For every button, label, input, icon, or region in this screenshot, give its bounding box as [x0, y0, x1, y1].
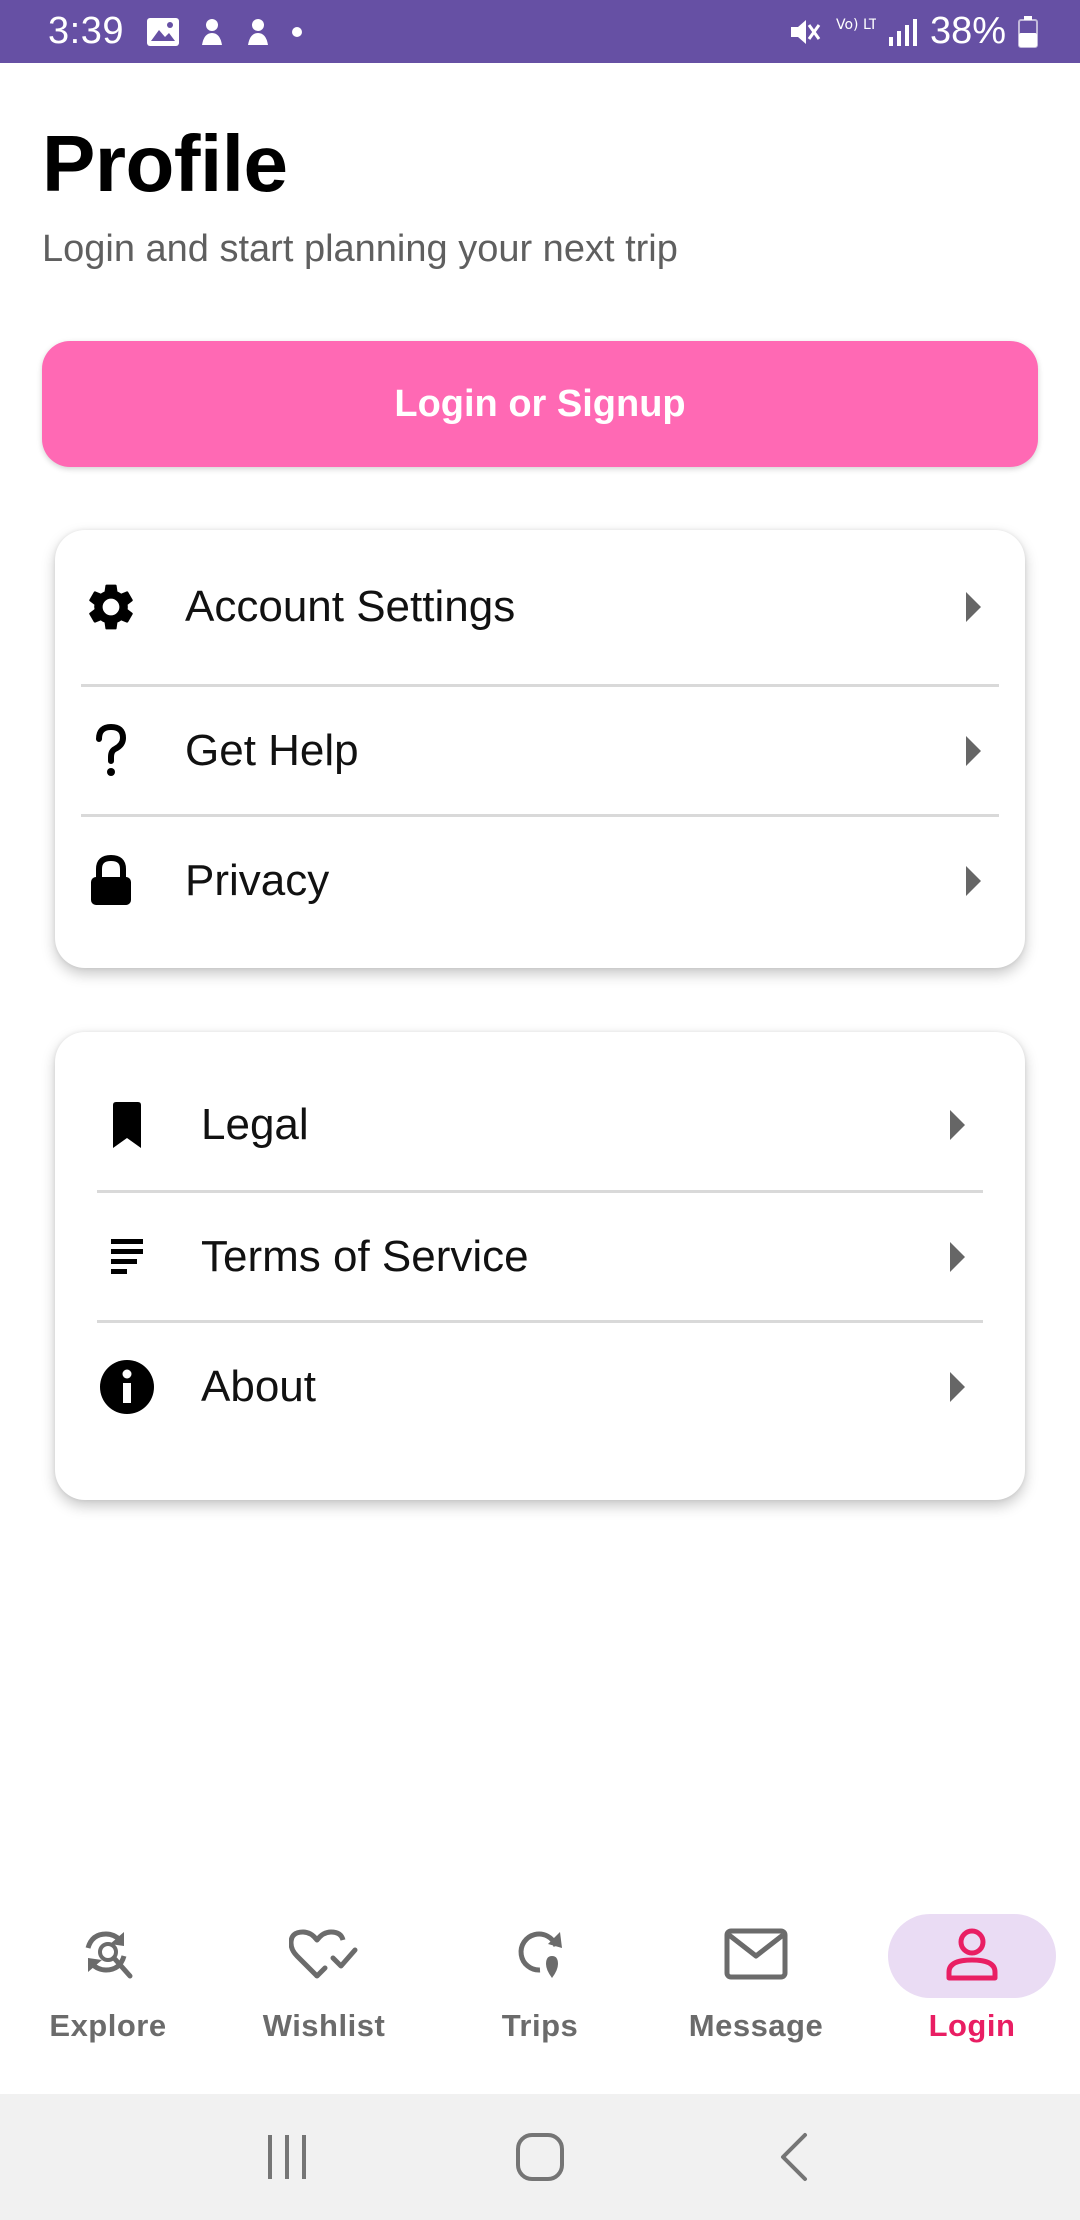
back-button[interactable] [753, 2117, 833, 2197]
nav-explore[interactable]: Explore [0, 1890, 216, 2094]
svg-text:Vo) LTE1: Vo) LTE1 [836, 17, 876, 33]
nav-wishlist-label: Wishlist [262, 2008, 386, 2043]
nav-trips[interactable]: Trips [432, 1890, 648, 2094]
about-label: About [201, 1361, 316, 1411]
legal-label: Legal [201, 1100, 309, 1149]
nav-message-label: Message [688, 2008, 824, 2043]
get-help-row[interactable]: Get Help [81, 684, 999, 814]
dot-icon [290, 25, 304, 39]
terms-of-service-label: Terms of Service [201, 1231, 529, 1281]
status-notification-icons [146, 17, 304, 47]
status-bar: 3:39 Vo) LTE1 38% [0, 0, 1080, 63]
account-settings-label: Account Settings [185, 582, 516, 631]
chevron-right-icon [950, 1371, 965, 1402]
notes-icon [97, 1227, 157, 1287]
terms-of-service-row[interactable]: Terms of Service [97, 1190, 983, 1320]
about-row[interactable]: About [97, 1320, 983, 1450]
nav-message[interactable]: Message [648, 1890, 864, 2094]
notification-icon [198, 17, 226, 47]
chevron-right-icon [950, 1110, 965, 1140]
battery-percent: 38% [929, 10, 1006, 52]
status-time: 3:39 [48, 10, 124, 52]
signal-icon [888, 17, 918, 47]
page-title: Profile [42, 119, 288, 208]
nav-explore-label: Explore [49, 2008, 167, 2043]
info-icon [97, 1357, 157, 1417]
nav-trips-label: Trips [501, 2008, 579, 2043]
lock-icon [81, 851, 141, 911]
recents-button[interactable] [247, 2117, 327, 2197]
question-icon [81, 721, 141, 781]
gear-icon [81, 577, 141, 637]
mail-icon [724, 1928, 788, 1985]
info-card: Legal Terms of Service About [55, 1032, 1025, 1500]
legal-row[interactable]: Legal [97, 1060, 983, 1190]
login-signup-button[interactable]: Login or Signup [42, 341, 1038, 467]
page-subtitle: Login and start planning your next trip [42, 228, 678, 270]
privacy-label: Privacy [185, 855, 330, 905]
image-icon [146, 17, 180, 47]
nav-login-label: Login [928, 2008, 1016, 2043]
bookmark-icon [97, 1095, 157, 1155]
chevron-right-icon [966, 865, 981, 896]
notification-icon [244, 17, 272, 47]
person-icon [944, 1926, 1000, 1987]
chevron-right-icon [966, 592, 981, 622]
nav-wishlist[interactable]: Wishlist [216, 1890, 432, 2094]
nav-login[interactable]: Login [864, 1890, 1080, 2094]
privacy-row[interactable]: Privacy [81, 814, 999, 944]
system-nav-bar [0, 2094, 1080, 2220]
explore-icon [80, 1926, 136, 1987]
mute-icon [788, 16, 822, 48]
get-help-label: Get Help [185, 725, 359, 775]
chevron-right-icon [950, 1241, 965, 1272]
settings-card: Account Settings Get Help Privacy [55, 530, 1025, 968]
status-right: Vo) LTE1 38% [788, 10, 1038, 53]
chevron-right-icon [966, 735, 981, 766]
home-button[interactable] [500, 2117, 580, 2197]
account-settings-row[interactable]: Account Settings [81, 530, 999, 684]
trips-icon [510, 1924, 570, 1989]
heart-check-icon [288, 1926, 359, 1987]
volte-icon: Vo) LTE1 [834, 14, 876, 50]
bottom-nav: Explore Wishlist Trips Message Login [0, 1890, 1080, 2094]
battery-icon [1018, 15, 1038, 48]
